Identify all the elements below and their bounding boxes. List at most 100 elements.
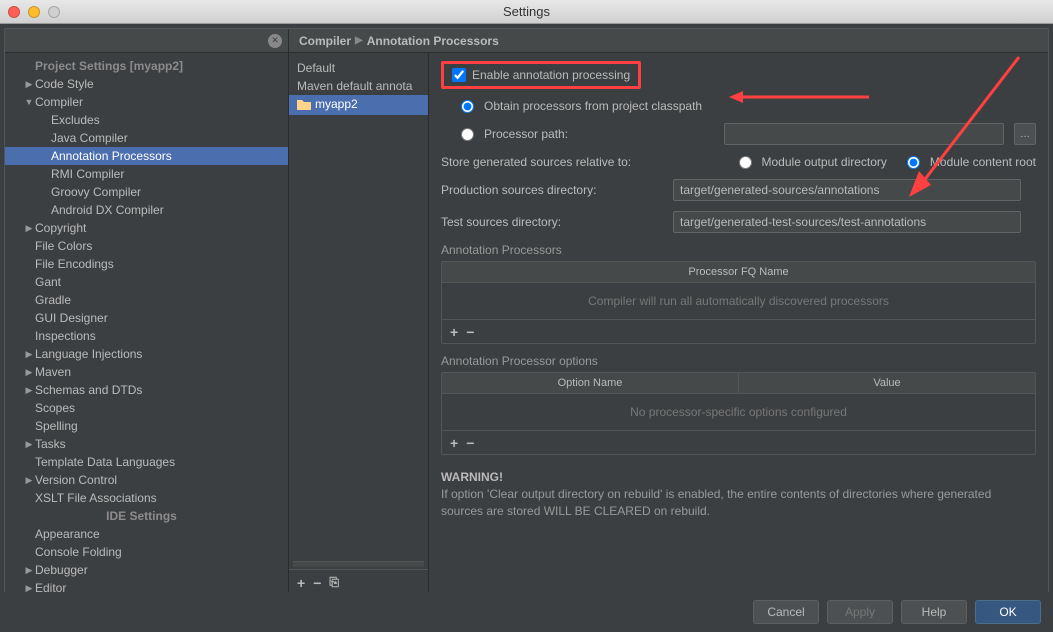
obtain-from-classpath-radio[interactable] — [461, 100, 474, 113]
settings-detail-panel: Compiler ▶ Annotation Processors Default… — [289, 29, 1048, 595]
clear-search-icon[interactable]: ✕ — [268, 34, 282, 48]
tree-item-version-control[interactable]: ▶Version Control — [5, 471, 288, 489]
processor-options-section: Annotation Processor options — [441, 354, 1036, 368]
module-output-label: Module output directory — [762, 155, 887, 169]
tree-item-label: Gant — [35, 275, 61, 289]
tree-item-label: Copyright — [35, 221, 86, 235]
tree-item-tasks[interactable]: ▶Tasks — [5, 435, 288, 453]
tree-item-language-injections[interactable]: ▶Language Injections — [5, 345, 288, 363]
remove-processor-button[interactable]: − — [466, 324, 474, 340]
enable-annotation-highlight: Enable annotation processing — [441, 61, 641, 89]
tree-item-label: Maven — [35, 365, 71, 379]
tree-item-label: Debugger — [35, 563, 88, 577]
module-output-radio[interactable] — [739, 156, 752, 169]
remove-option-button[interactable]: − — [466, 435, 474, 451]
breadcrumb-compiler[interactable]: Compiler — [299, 34, 351, 48]
tree-item-label: Version Control — [35, 473, 117, 487]
window-title: Settings — [503, 4, 550, 19]
tree-item-excludes[interactable]: Excludes — [5, 111, 288, 129]
tree-item-compiler[interactable]: ▼Compiler — [5, 93, 288, 111]
tree-item-appearance[interactable]: Appearance — [5, 525, 288, 543]
settings-search-input[interactable] — [11, 31, 268, 51]
tree-item-file-encodings[interactable]: File Encodings — [5, 255, 288, 273]
processors-table-header: Processor FQ Name — [442, 262, 1035, 282]
obtain-from-classpath-label: Obtain processors from project classpath — [484, 99, 702, 113]
tree-item-label: File Colors — [35, 239, 92, 253]
tree-item-scopes[interactable]: Scopes — [5, 399, 288, 417]
tree-item-inspections[interactable]: Inspections — [5, 327, 288, 345]
tree-item-label: Spelling — [35, 419, 78, 433]
tree-item-android-dx-compiler[interactable]: Android DX Compiler — [5, 201, 288, 219]
tree-item-gui-designer[interactable]: GUI Designer — [5, 309, 288, 327]
zoom-window-button[interactable] — [48, 6, 60, 18]
test-dir-input[interactable] — [673, 211, 1021, 233]
browse-processor-path-button[interactable]: … — [1014, 123, 1036, 145]
tree-item-copyright[interactable]: ▶Copyright — [5, 219, 288, 237]
help-button[interactable]: Help — [901, 600, 967, 624]
chevron-right-icon: ▶ — [355, 35, 363, 46]
tree-item-label: Groovy Compiler — [51, 185, 141, 199]
tree-item-label: Schemas and DTDs — [35, 383, 142, 397]
settings-content: ✕ Project Settings [myapp2] ▶Code Style▼… — [4, 28, 1049, 596]
tree-item-label: File Encodings — [35, 257, 114, 271]
test-dir-label: Test sources directory: — [441, 215, 663, 229]
breadcrumb: Compiler ▶ Annotation Processors — [289, 29, 1048, 53]
tree-item-groovy-compiler[interactable]: Groovy Compiler — [5, 183, 288, 201]
processor-path-input[interactable] — [724, 123, 1004, 145]
add-profile-button[interactable]: + — [297, 575, 305, 591]
module-content-root-radio[interactable] — [907, 156, 920, 169]
profile-maven-default[interactable]: Maven default annota — [289, 77, 428, 95]
processors-table-empty: Compiler will run all automatically disc… — [442, 283, 1035, 319]
tree-item-label: Android DX Compiler — [51, 203, 164, 217]
processor-path-radio[interactable] — [461, 128, 474, 141]
tree-item-code-style[interactable]: ▶Code Style — [5, 75, 288, 93]
tree-item-gant[interactable]: Gant — [5, 273, 288, 291]
minimize-window-button[interactable] — [28, 6, 40, 18]
close-window-button[interactable] — [8, 6, 20, 18]
ok-button[interactable]: OK — [975, 600, 1041, 624]
processors-table: Processor FQ Name Compiler will run all … — [441, 261, 1036, 344]
expand-icon: ▶ — [23, 349, 35, 360]
tree-item-xslt-file-associations[interactable]: XSLT File Associations — [5, 489, 288, 507]
tree-section-project: Project Settings [myapp2] — [5, 57, 288, 75]
tree-item-java-compiler[interactable]: Java Compiler — [5, 129, 288, 147]
expand-icon: ▶ — [23, 79, 35, 90]
tree-item-template-data-languages[interactable]: Template Data Languages — [5, 453, 288, 471]
profile-myapp2[interactable]: myapp2 — [289, 95, 428, 115]
tree-item-label: Template Data Languages — [35, 455, 175, 469]
tree-item-gradle[interactable]: Gradle — [5, 291, 288, 309]
tree-item-rmi-compiler[interactable]: RMI Compiler — [5, 165, 288, 183]
tree-item-maven[interactable]: ▶Maven — [5, 363, 288, 381]
tree-item-label: Tasks — [35, 437, 66, 451]
tree-item-label: XSLT File Associations — [35, 491, 157, 505]
breadcrumb-annotation-processors: Annotation Processors — [367, 34, 499, 48]
settings-tree-panel: ✕ Project Settings [myapp2] ▶Code Style▼… — [5, 29, 289, 595]
tree-item-label: Gradle — [35, 293, 71, 307]
cancel-button[interactable]: Cancel — [753, 600, 819, 624]
add-option-button[interactable]: + — [450, 435, 458, 451]
tree-item-schemas-and-dtds[interactable]: ▶Schemas and DTDs — [5, 381, 288, 399]
warning-body: If option 'Clear output directory on reb… — [441, 487, 991, 518]
enable-annotation-checkbox[interactable] — [452, 68, 466, 82]
tree-item-label: RMI Compiler — [51, 167, 124, 181]
profile-default[interactable]: Default — [289, 59, 428, 77]
expand-icon: ▶ — [23, 475, 35, 486]
tree-item-debugger[interactable]: ▶Debugger — [5, 561, 288, 579]
apply-button[interactable]: Apply — [827, 600, 893, 624]
tree-item-label: Inspections — [35, 329, 96, 343]
move-profile-button[interactable]: ⎘ — [329, 575, 339, 590]
expand-icon: ▼ — [23, 97, 35, 107]
annotation-processors-section: Annotation Processors — [441, 243, 1036, 257]
profile-myapp2-label: myapp2 — [315, 97, 358, 111]
remove-profile-button[interactable]: − — [313, 575, 321, 591]
enable-annotation-label: Enable annotation processing — [472, 68, 630, 82]
tree-item-annotation-processors[interactable]: Annotation Processors — [5, 147, 288, 165]
add-processor-button[interactable]: + — [450, 324, 458, 340]
tree-item-console-folding[interactable]: Console Folding — [5, 543, 288, 561]
expand-icon: ▶ — [23, 385, 35, 396]
settings-tree[interactable]: Project Settings [myapp2] ▶Code Style▼Co… — [5, 53, 288, 595]
warning-text: WARNING! If option 'Clear output directo… — [441, 469, 1036, 519]
tree-item-file-colors[interactable]: File Colors — [5, 237, 288, 255]
tree-item-spelling[interactable]: Spelling — [5, 417, 288, 435]
production-dir-input[interactable] — [673, 179, 1021, 201]
